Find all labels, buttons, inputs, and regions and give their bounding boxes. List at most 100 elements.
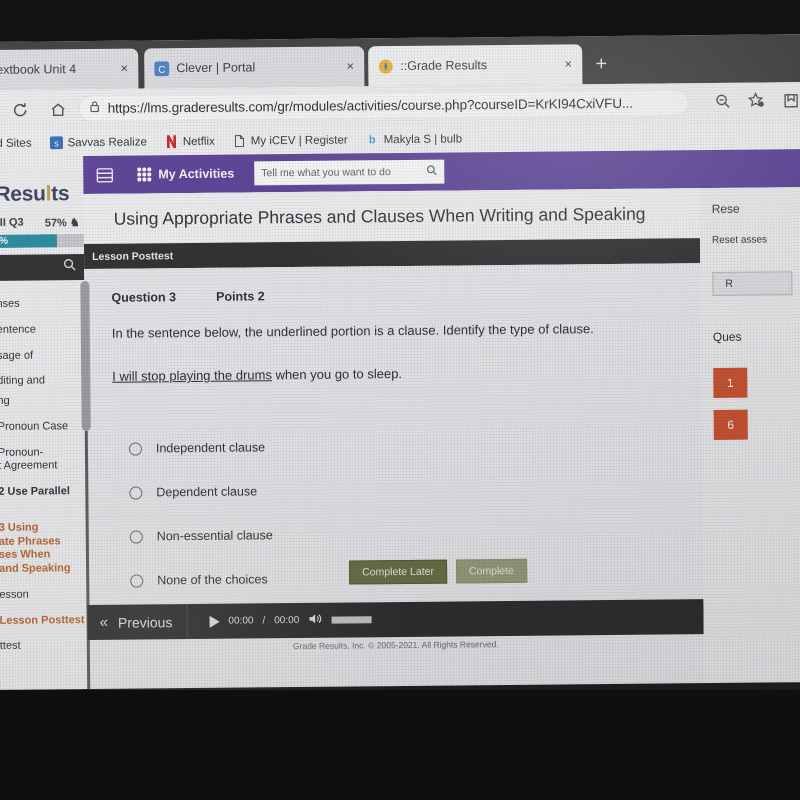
nav-item-5[interactable]: Pronoun Case — [0, 414, 86, 441]
bookmark-item-0[interactable]: ed Sites — [0, 137, 41, 150]
nav-item-7[interactable]: t Agreement — [0, 459, 86, 480]
netflix-icon — [165, 135, 178, 149]
grade-results-app: Results II Q3 57% ♞ 63% nses entence sag… — [0, 149, 800, 704]
sentence-remainder: when you go to sleep. — [271, 365, 403, 383]
home-icon[interactable] — [45, 96, 71, 122]
answer-choice-label: Non-essential clause — [156, 528, 273, 544]
lesson-nav-list: nses entence sage of diting and ng Prono… — [0, 291, 88, 660]
bookmark-label: Makyla S | bulb — [383, 132, 463, 146]
media-controls: 00:00 / 00:00 — [187, 612, 372, 629]
browser-tab-2-active[interactable]: ::Grade Results × — [368, 44, 583, 87]
nav-item-12[interactable]: and Speaking — [0, 562, 87, 583]
monitor-screen: hat Glitters Textbook Unit 4 × C Clever … — [0, 34, 800, 704]
complete-later-button[interactable]: Complete Later — [349, 559, 448, 585]
browser-tab-strip: hat Glitters Textbook Unit 4 × C Clever … — [0, 34, 800, 91]
tab-close-icon[interactable]: × — [342, 58, 358, 74]
question-number: Question 3 — [111, 290, 177, 305]
nav-item-11[interactable]: ses When — [0, 548, 87, 563]
bookmark-item-3[interactable]: My iCEV | Register — [224, 133, 357, 148]
bookmark-item-4[interactable]: b Makyla S | bulb — [357, 132, 472, 146]
nav-item-13[interactable]: esson — [0, 582, 87, 609]
course-progress-row: II Q3 57% ♞ — [0, 216, 84, 230]
grade-results-favicon — [378, 59, 393, 74]
tab-label: ::Grade Results — [400, 58, 488, 73]
answer-choice-label: Dependent clause — [156, 484, 258, 500]
answer-choice-0[interactable]: Independent clause — [128, 423, 549, 471]
nav-item-6[interactable]: Pronoun- — [0, 440, 86, 461]
address-bar[interactable]: https://lms.graderesults.com/gr/modules/… — [78, 89, 689, 123]
volume-icon[interactable] — [308, 613, 322, 628]
answer-choice-1[interactable]: Dependent clause — [129, 467, 549, 515]
grid-icon — [137, 167, 152, 182]
svg-text:s: s — [54, 138, 59, 148]
nav-item-9[interactable]: 3 Using — [0, 505, 87, 536]
play-icon[interactable] — [209, 615, 220, 628]
question-points: Points 2 — [216, 289, 265, 304]
sidebar-search[interactable] — [0, 254, 85, 281]
reset-panel-title: Rese — [711, 201, 740, 217]
lock-icon — [89, 99, 101, 117]
photograph-of-screen: hat Glitters Textbook Unit 4 × C Clever … — [0, 0, 800, 800]
reload-icon[interactable] — [7, 97, 33, 123]
bookmark-item-1[interactable]: s Savvas Realize — [40, 135, 155, 150]
search-icon — [426, 165, 437, 179]
nav-item-3[interactable]: diting and — [0, 368, 85, 395]
time-separator: / — [262, 615, 266, 627]
my-activities-button[interactable]: My Activities — [137, 167, 234, 182]
time-current: 00:00 — [228, 615, 254, 627]
progress-bar-track: 63% — [0, 234, 84, 248]
browser-tab-0[interactable]: hat Glitters Textbook Unit 4 × — [0, 48, 139, 91]
previous-label: Previous — [117, 613, 173, 631]
nav-item-10[interactable]: ate Phrases — [0, 535, 87, 550]
grade-percent-value: 57% — [44, 217, 67, 230]
nav-item-1[interactable]: entence — [0, 317, 85, 344]
tell-me-search-input[interactable]: Tell me what you want to do — [254, 159, 445, 186]
radio-button-icon[interactable] — [128, 441, 142, 456]
tab-close-icon[interactable]: × — [116, 61, 132, 77]
reset-button[interactable]: R — [712, 271, 793, 297]
collections-icon[interactable] — [781, 90, 800, 110]
trophy-icon: ♞ — [69, 217, 80, 230]
savvas-realize-icon: s — [49, 136, 63, 150]
browser-tab-1[interactable]: C Clever | Portal × — [144, 46, 365, 89]
course-code: II Q3 — [0, 216, 24, 229]
zoom-out-icon[interactable] — [713, 91, 733, 111]
nav-item-2[interactable]: sage of — [0, 343, 85, 370]
nav-item-8[interactable]: 2 Use Parallel — [0, 479, 86, 506]
favorite-star-icon[interactable] — [747, 90, 767, 110]
question-sentence: I will stop playing the drums when you g… — [112, 364, 632, 384]
nav-item-14-lesson-posttest[interactable]: Lesson Posttest — [0, 608, 88, 635]
question-badge-1[interactable]: 6 — [713, 409, 748, 441]
nav-right-icons — [713, 90, 800, 111]
question-prompt: In the sentence below, the underlined po… — [111, 321, 594, 341]
tab-label: Clever | Portal — [176, 60, 256, 76]
media-player-bar: « Previous 00:00 / 00:00 — [87, 599, 704, 641]
previous-button[interactable]: « Previous — [87, 604, 188, 641]
tab-close-icon[interactable]: × — [560, 56, 576, 72]
answer-choice-label: None of the choices — [157, 572, 268, 588]
answer-choice-2[interactable]: Non-essential clause — [129, 511, 550, 559]
radio-button-icon[interactable] — [129, 485, 143, 500]
bookmark-label: Netflix — [182, 135, 215, 148]
nav-item-4[interactable]: ng — [0, 394, 86, 415]
volume-slider[interactable] — [331, 616, 372, 624]
grade-percent: 57% ♞ — [45, 216, 80, 229]
action-button-row: Complete Later Complete — [349, 558, 527, 585]
question-header: Question 3 Points 2 — [111, 289, 264, 304]
tell-me-placeholder: Tell me what you want to do — [261, 166, 391, 180]
answer-choice-label: Independent clause — [155, 440, 266, 456]
search-icon — [63, 258, 76, 276]
url-text: https://lms.graderesults.com/gr/modules/… — [107, 95, 633, 116]
app-left-rail: Results II Q3 57% ♞ 63% nses entence sag… — [0, 156, 89, 704]
question-badge-0[interactable]: 1 — [713, 367, 748, 399]
menu-icon[interactable] — [93, 165, 115, 185]
new-tab-button[interactable]: + — [590, 53, 612, 76]
app-content: Using Appropriate Phrases and Clauses Wh… — [80, 188, 705, 704]
radio-button-icon[interactable] — [129, 529, 143, 544]
nav-item-15[interactable]: ttest — [0, 633, 88, 660]
bookmark-item-2[interactable]: Netflix — [156, 135, 224, 149]
content-scrollbar-thumb[interactable] — [80, 280, 91, 432]
nav-item-0[interactable]: nses — [0, 291, 85, 318]
complete-button[interactable]: Complete — [455, 558, 527, 584]
radio-button-icon[interactable] — [130, 573, 144, 588]
